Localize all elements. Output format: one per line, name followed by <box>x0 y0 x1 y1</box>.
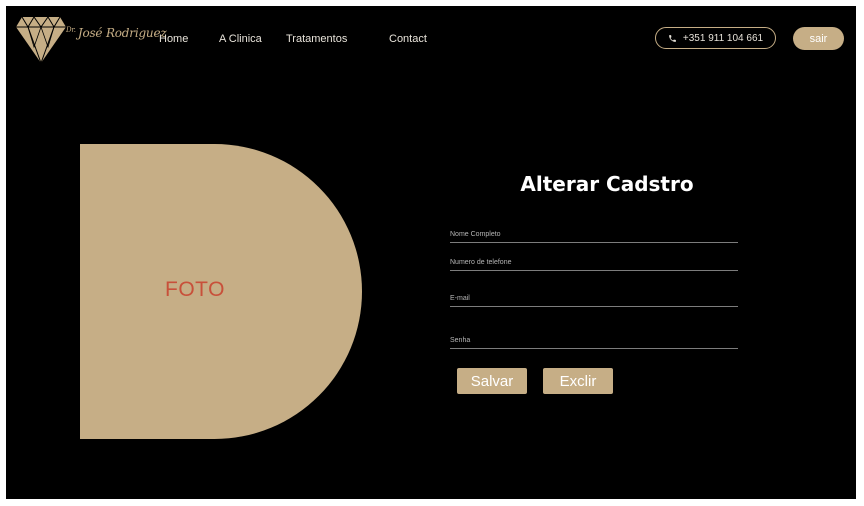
delete-button[interactable]: Exclir <box>543 368 613 394</box>
phone-icon <box>669 34 676 42</box>
full-name-field[interactable]: Nome Completo <box>450 228 738 243</box>
nav-a-clinica[interactable]: A Clinica <box>219 33 262 45</box>
password-field[interactable]: Senha <box>450 334 738 349</box>
phone-button[interactable]: +351 911 104 661 <box>655 27 776 49</box>
phone-label: Numero de telefone <box>450 259 512 266</box>
nav-contact[interactable]: Contact <box>389 33 427 45</box>
brand-prefix: Dr. <box>66 26 76 34</box>
phone-field[interactable]: Numero de telefone <box>450 256 738 271</box>
profile-photo[interactable]: FOTO <box>80 144 362 439</box>
diamond-tooth-logo-icon[interactable] <box>16 17 66 63</box>
logout-button[interactable]: sair <box>793 27 844 50</box>
photo-label: FOTO <box>165 277 225 301</box>
brand-name[interactable]: Dr. José Rodriguez <box>66 26 167 40</box>
email-field[interactable]: E-mail <box>450 292 738 307</box>
nav-tratamentos[interactable]: Tratamentos <box>286 33 347 45</box>
brand-title: José Rodriguez <box>77 26 167 40</box>
form-title: Alterar Cadstro <box>520 172 694 196</box>
full-name-label: Nome Completo <box>450 231 501 238</box>
app-frame: Dr. José Rodriguez Home A Clinica Tratame… <box>6 6 856 499</box>
password-label: Senha <box>450 337 471 344</box>
save-button[interactable]: Salvar <box>457 368 527 394</box>
nav-home[interactable]: Home <box>159 33 188 45</box>
email-label: E-mail <box>450 295 470 302</box>
phone-number: +351 911 104 661 <box>682 32 764 44</box>
